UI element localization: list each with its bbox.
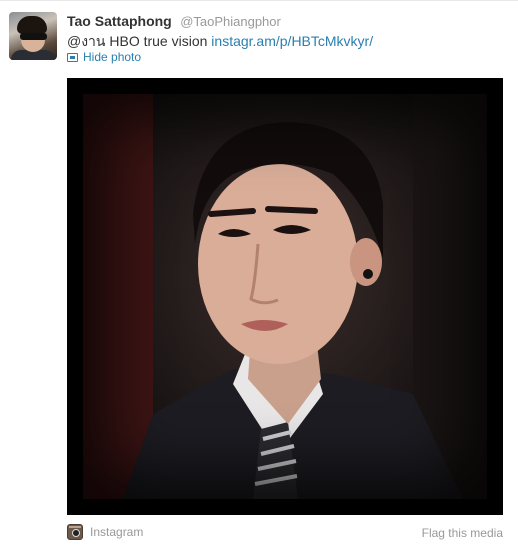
flag-media-link[interactable]: Flag this media (422, 526, 503, 540)
media-provider[interactable]: Instagram (67, 524, 143, 540)
hide-photo-label: Hide photo (83, 50, 142, 64)
avatar[interactable] (9, 12, 57, 60)
tweet-text-body: @งาน HBO true vision (67, 33, 208, 49)
portrait-illustration (83, 94, 487, 499)
media-frame (67, 78, 503, 515)
tweet-card: Tao Sattaphong @TaoPhiangphor @งาน HBO t… (0, 0, 518, 550)
photo-icon (67, 52, 78, 62)
hide-photo-button[interactable]: Hide photo (67, 50, 141, 64)
tweet-header: Tao Sattaphong @TaoPhiangphor (67, 13, 281, 31)
full-name[interactable]: Tao Sattaphong (67, 13, 172, 29)
provider-label: Instagram (90, 525, 144, 539)
instagram-link[interactable]: instagr.am/p/HBTcMkvkyr/ (211, 33, 373, 49)
username[interactable]: @TaoPhiangphor (180, 14, 281, 29)
instagram-icon (67, 524, 83, 540)
portrait-photo[interactable] (83, 94, 487, 499)
